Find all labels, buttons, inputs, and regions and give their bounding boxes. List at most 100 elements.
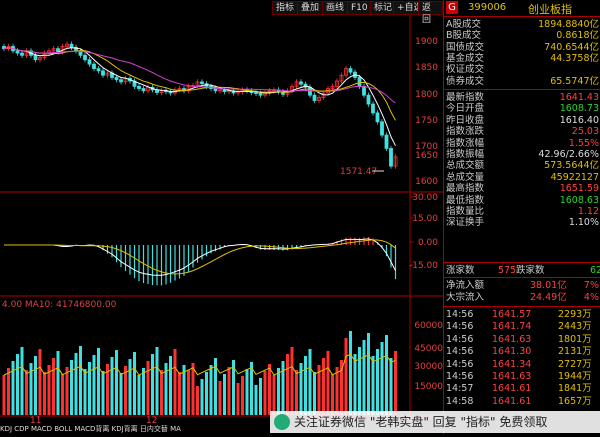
candle-body	[56, 48, 60, 53]
back-button[interactable]: 返回	[418, 1, 443, 25]
candle-body	[384, 134, 389, 149]
row-label: 最高指数	[446, 183, 485, 195]
tick-row: 14:56 1641.57 2293万	[446, 310, 599, 320]
divider	[444, 262, 600, 263]
volume-bar	[173, 349, 177, 415]
candle-body	[362, 85, 366, 96]
row-label: 指数涨跌	[446, 126, 485, 138]
kline-chart[interactable]: 190018501800175017001650160030.0015.000.…	[0, 0, 443, 434]
volume-bar	[358, 347, 361, 415]
volume-bar	[11, 361, 15, 415]
price-tick: 1600	[415, 177, 438, 187]
divider	[444, 89, 600, 90]
draw-line-button[interactable]: 画线	[322, 1, 349, 15]
volume-bar	[277, 368, 280, 415]
tick-time: 14:56	[446, 371, 474, 382]
breadth-row: 涨家数 575 跌家数 62	[446, 265, 600, 276]
price-tick: 1850	[415, 63, 438, 73]
row-value: 1616.40	[559, 114, 599, 126]
row-value: 25.03	[571, 126, 599, 138]
row-value: 38.01亿	[530, 280, 567, 291]
volume-bar	[281, 361, 285, 415]
volume-bar	[137, 375, 141, 415]
volume-tick: 60000	[414, 321, 443, 331]
volume-bar	[7, 368, 10, 415]
tick-row: 14:56 1641.63 1944万	[446, 372, 599, 382]
row-label: 深证换手	[446, 217, 485, 229]
volume-bar	[146, 361, 150, 415]
tick-time: 14:56	[446, 333, 474, 345]
volume-bar	[187, 370, 190, 415]
volume-bar	[326, 351, 330, 415]
row-value: 1.12	[577, 206, 599, 217]
volume-bar	[56, 351, 60, 415]
stock-code: 399006	[468, 2, 507, 13]
index-row: 指数涨跌 25.03	[446, 127, 599, 137]
volume-legend: 4.00 MA10: 41746800.00	[2, 300, 117, 310]
candle-body	[33, 54, 38, 61]
stock-flag-icon: G	[446, 1, 458, 14]
volume-bar	[263, 371, 267, 415]
row-label: 基金成交	[446, 52, 485, 64]
indicator-tabs[interactable]: KDJ CDP MACD BOLL MACD背离 KDJ背离 日内交替 MA	[0, 424, 181, 434]
volume-bar	[227, 367, 231, 415]
price-tick: 1900	[415, 37, 438, 47]
candle-body	[389, 147, 393, 167]
volume-bar	[178, 372, 181, 415]
index-row: 昨日收盘 1616.40	[446, 114, 599, 126]
overlay-button[interactable]: 叠加	[297, 1, 324, 15]
candle-body	[87, 59, 92, 65]
macd-tick: 0.00	[418, 238, 438, 248]
volume-bar	[236, 383, 240, 415]
volume-tick: 15000	[414, 382, 443, 392]
volume-bar	[115, 350, 118, 415]
tick-price: 1641.61	[492, 395, 532, 407]
candle-body	[96, 68, 101, 72]
chart-pane[interactable]: 1900 1850 1800 1750 1700 1650 1600 30.00 15.00 0.…	[0, 0, 443, 434]
volume-bar	[362, 340, 366, 415]
stock-name: 创业板指	[528, 3, 572, 16]
volume-bar	[79, 346, 82, 415]
volume-bar	[97, 348, 100, 415]
breadth-cell: 跌家数	[516, 265, 545, 276]
volume-bar	[43, 372, 46, 415]
candle-body	[312, 94, 317, 101]
volume-bar	[61, 374, 64, 415]
index-row: 最低指数 1608.63	[446, 194, 599, 206]
row-label: 指数振幅	[446, 149, 485, 160]
row-label: 最新指数	[446, 92, 485, 103]
volume-bar	[88, 362, 91, 415]
f10-button[interactable]: F10	[347, 1, 372, 15]
volume-bar	[142, 368, 145, 415]
chart-toolbar: 指标 叠加 画线 F10 标记 +自选 返回	[270, 0, 443, 25]
tick-price: 1641.61	[492, 383, 532, 395]
macd-tick: -15.00	[409, 261, 438, 271]
volume-bar	[2, 375, 6, 415]
row-label: 最低指数	[446, 194, 485, 206]
volume-bar	[268, 364, 271, 415]
flow-row: 大宗流入 24.49亿 4%	[446, 293, 599, 303]
candle-body	[200, 81, 204, 85]
volume-bar	[25, 370, 28, 415]
row-label: 国债成交	[446, 41, 485, 53]
row-label: 大宗流入	[446, 292, 485, 303]
indicator-button[interactable]: 指标	[272, 1, 299, 15]
volume-bar	[290, 347, 294, 415]
row-value: 1608.73	[559, 103, 599, 115]
volume-bar	[74, 353, 78, 415]
candle-body	[92, 63, 96, 69]
candle-body	[380, 121, 384, 136]
row-value: 1894.8840亿	[538, 19, 599, 30]
volume-bar	[272, 375, 276, 415]
divider	[444, 306, 600, 307]
price-tick: 1800	[415, 90, 438, 100]
volume-row: 债券成交 65.5747亿	[446, 76, 599, 87]
index-row: 指数量比 1.12	[446, 207, 599, 217]
volume-bar	[200, 379, 204, 415]
volume-bar	[83, 369, 87, 415]
tick-row: 14:56 1641.34 2727万	[446, 359, 599, 370]
row-percent: 7%	[583, 280, 599, 291]
volume-bar	[20, 347, 24, 415]
candle-body	[69, 43, 74, 48]
volume-bar	[241, 376, 244, 415]
